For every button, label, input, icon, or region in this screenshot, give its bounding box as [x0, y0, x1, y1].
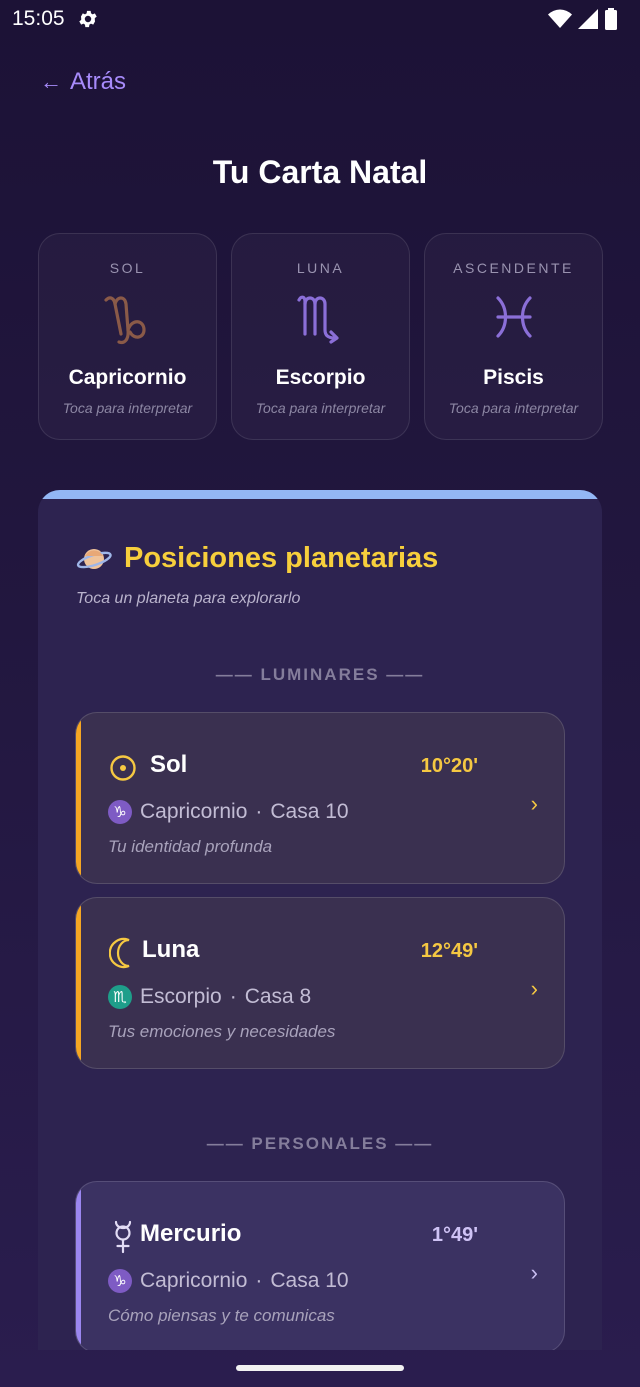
- card-accent: [76, 898, 81, 1068]
- planet-house: Casa 10: [270, 800, 349, 823]
- separator: ·: [255, 1269, 263, 1292]
- planet-name: Mercurio: [140, 1220, 242, 1247]
- moon-sign-card[interactable]: LUNA Escorpio Toca para interpretar: [231, 233, 410, 440]
- planet-description: Tu identidad profunda: [108, 837, 273, 856]
- ascendant-sign-hint: Toca para interpretar: [448, 400, 579, 416]
- planet-name: Luna: [142, 936, 200, 963]
- card-accent: [76, 713, 81, 883]
- panel-title: Posiciones planetarias: [124, 542, 439, 574]
- separator: ·: [229, 985, 237, 1008]
- planet-degree: 1°49': [431, 1224, 478, 1246]
- scorpio-icon: [232, 290, 409, 350]
- section-luminares: —— LUMINARES ——: [215, 665, 425, 684]
- scorpio-icon: ♏: [108, 985, 132, 1009]
- wifi-icon: [548, 9, 572, 28]
- planet-degree: 10°20': [420, 755, 478, 777]
- panel-accent-bar: [38, 490, 602, 499]
- planet-card-luna[interactable]: Luna 12°49' ♏ Escorpio · Casa 8 Tus emoc…: [75, 897, 565, 1069]
- planet-degree: 12°49': [420, 940, 478, 962]
- back-label: Atrás: [70, 68, 127, 95]
- status-time: 15:05: [12, 7, 65, 30]
- section-personales: —— PERSONALES ——: [206, 1134, 434, 1153]
- planet-sign-row: ♑ Capricornio · Casa 10: [108, 1269, 349, 1293]
- planet-card-sol[interactable]: Sol 10°20' ♑ Capricornio · Casa 10 Tu id…: [75, 712, 565, 884]
- signal-icon: [578, 9, 598, 29]
- sun-sign-name: Capricornio: [68, 366, 187, 389]
- sun-sign-card[interactable]: SOL Capricornio Toca para interpretar: [38, 233, 217, 440]
- chevron-right-icon: ›: [530, 976, 538, 1001]
- pisces-icon: [425, 290, 602, 350]
- moon-sign-label: LUNA: [296, 260, 345, 276]
- planet-name: Sol: [150, 751, 188, 778]
- gear-icon: [79, 10, 97, 28]
- ascendant-sign-name: Piscis: [483, 366, 544, 389]
- planet-description: Tus emociones y necesidades: [108, 1022, 336, 1041]
- status-icons: [548, 8, 618, 30]
- status-bar: 15:05: [0, 0, 640, 40]
- planet-sign-row: ♑ Capricornio · Casa 10: [108, 800, 349, 824]
- moon-sign-hint: Toca para interpretar: [255, 400, 386, 416]
- separator: ·: [255, 800, 263, 823]
- panel-subtitle: Toca un planeta para explorarlo: [76, 590, 301, 607]
- chevron-right-icon: ›: [530, 1260, 538, 1285]
- card-accent: [76, 1182, 81, 1350]
- planet-positions-panel: Posiciones planetarias Toca un planeta p…: [38, 490, 602, 1350]
- planet-description: Cómo piensas y te comunicas: [108, 1306, 335, 1325]
- mercury-icon: [108, 1220, 138, 1254]
- ascendant-sign-card[interactable]: ASCENDENTE Piscis Toca para interpretar: [424, 233, 603, 440]
- moon-icon: [108, 936, 138, 970]
- back-button[interactable]: ← Atrás: [40, 68, 126, 96]
- back-arrow-icon: ←: [40, 69, 62, 94]
- capricorn-icon: ♑: [108, 1269, 132, 1293]
- home-indicator[interactable]: [236, 1365, 404, 1371]
- planet-sign: Capricornio: [140, 1269, 248, 1292]
- planet-house: Casa 8: [244, 985, 312, 1008]
- capricorn-icon: ♑: [108, 800, 132, 824]
- chevron-right-icon: ›: [530, 791, 538, 816]
- planet-sign: Escorpio: [140, 985, 222, 1008]
- sun-sign-hint: Toca para interpretar: [62, 400, 193, 416]
- battery-icon: [605, 8, 617, 30]
- moon-sign-name: Escorpio: [275, 366, 366, 389]
- planet-card-mercurio[interactable]: Mercurio 1°49' ♑ Capricornio · Casa 10 C…: [75, 1181, 565, 1350]
- sun-sign-label: SOL: [109, 260, 146, 276]
- sun-icon: [108, 751, 138, 785]
- planet-house: Casa 10: [270, 1269, 349, 1292]
- planet-ringed-icon: [76, 548, 112, 569]
- planet-sign: Capricornio: [140, 800, 248, 823]
- panel-header: Posiciones planetarias: [76, 542, 438, 575]
- capricorn-icon: [39, 290, 216, 350]
- page-title: Tu Carta Natal: [212, 154, 428, 190]
- ascendant-sign-label: ASCENDENTE: [453, 260, 574, 276]
- planet-sign-row: ♏ Escorpio · Casa 8: [108, 985, 311, 1009]
